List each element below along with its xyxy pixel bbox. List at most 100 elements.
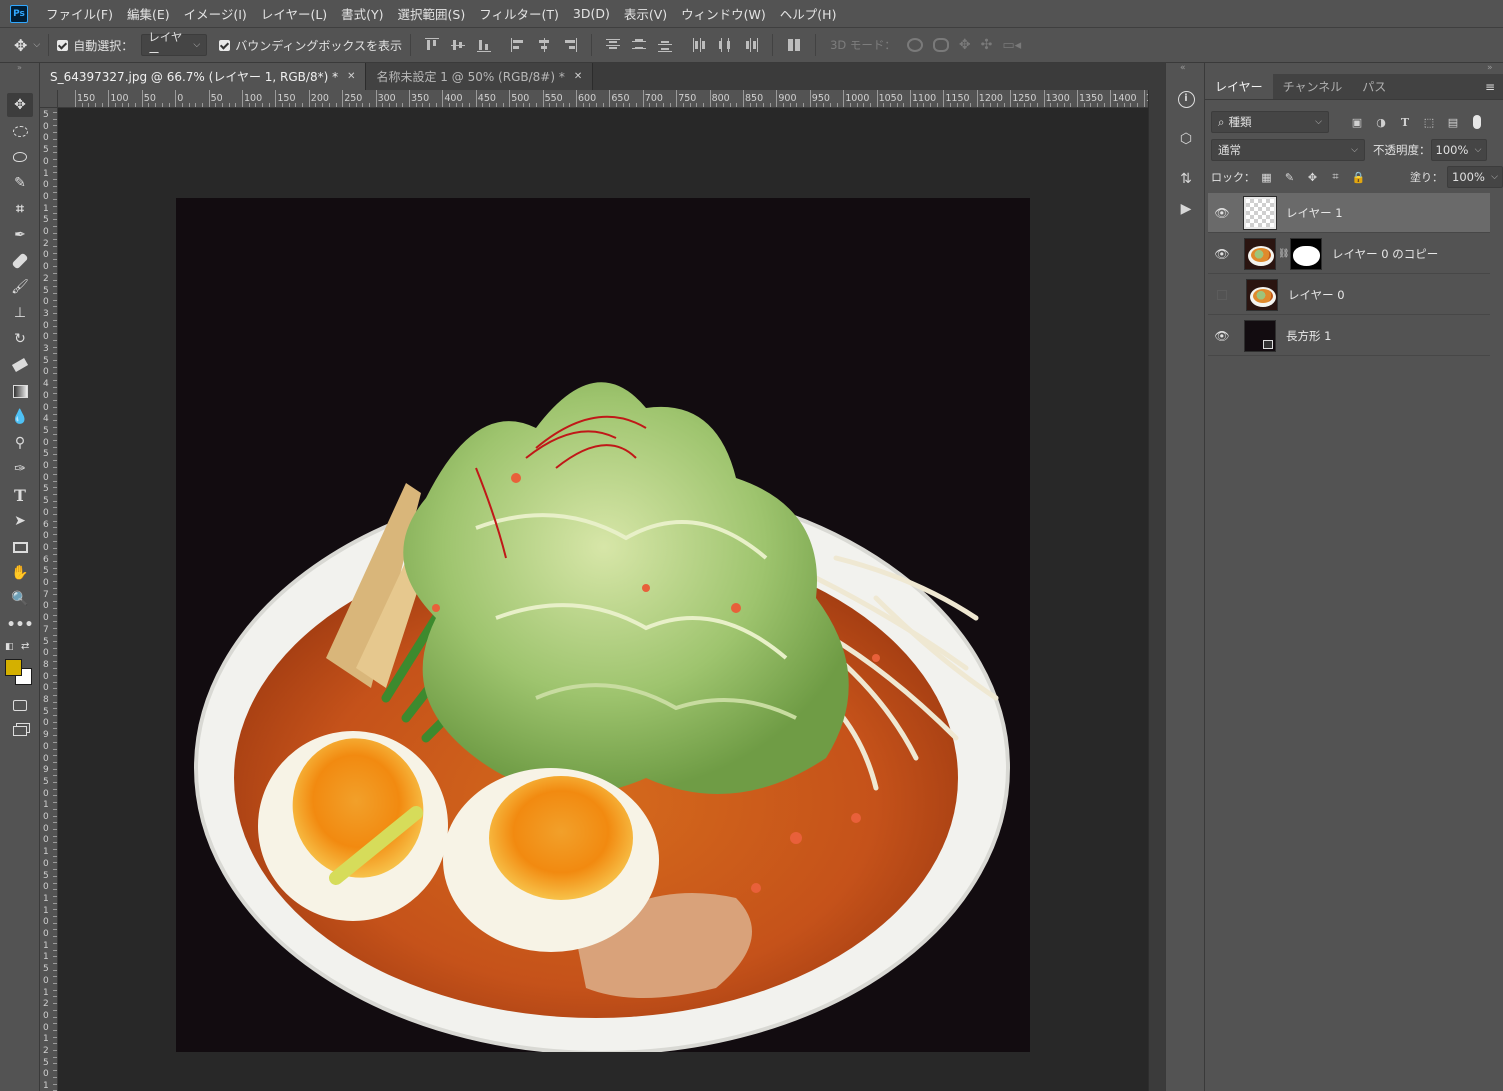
- info-panel-button[interactable]: i: [1174, 87, 1198, 111]
- history-brush-tool[interactable]: ↻: [7, 327, 33, 351]
- move-tool-preset-icon[interactable]: ✥: [14, 36, 27, 55]
- fill-input[interactable]: 100% ⌵: [1447, 166, 1503, 188]
- hand-tool[interactable]: ✋: [7, 561, 33, 585]
- 3d-camera-icon[interactable]: ▭◂: [1002, 38, 1021, 53]
- zoom-tool[interactable]: 🔍: [7, 587, 33, 611]
- menu-file[interactable]: ファイル(F): [46, 4, 113, 23]
- menu-layer[interactable]: レイヤー(L): [261, 4, 327, 23]
- eyedropper-tool[interactable]: ✒: [7, 223, 33, 247]
- lock-transparent-pixels-icon[interactable]: ▦: [1259, 170, 1274, 185]
- panel-collapse-icon[interactable]: «: [1180, 63, 1186, 73]
- shape-layer-filter-icon[interactable]: ⬚: [1422, 115, 1436, 129]
- menu-help[interactable]: ヘルプ(H): [780, 4, 837, 23]
- blend-mode-dropdown[interactable]: 通常 ⌵: [1211, 139, 1365, 161]
- path-select-tool[interactable]: ➤: [7, 509, 33, 533]
- type-layer-filter-icon[interactable]: T: [1398, 115, 1412, 129]
- rectangle-tool[interactable]: [7, 535, 33, 559]
- visibility-off-box[interactable]: [1217, 289, 1227, 300]
- vertical-ruler[interactable]: 5005010015020025030035040045050055060065…: [40, 108, 58, 1091]
- horizontal-ruler[interactable]: 150 100 50 0 50 100 150 200 250 300 350 400 450 500 55…: [58, 90, 1148, 108]
- blur-tool[interactable]: 💧: [7, 405, 33, 429]
- smart-object-filter-icon[interactable]: ▤: [1446, 115, 1460, 129]
- 3d-pan-icon[interactable]: ✥: [959, 37, 971, 53]
- lock-all-icon[interactable]: 🔒: [1351, 170, 1366, 185]
- distribute-bottom-icon[interactable]: [657, 37, 673, 53]
- close-icon[interactable]: ✕: [347, 71, 355, 82]
- actions-panel-button[interactable]: ▶: [1174, 197, 1198, 221]
- tab-paths[interactable]: パス: [1352, 74, 1396, 99]
- menu-image[interactable]: イメージ(I): [184, 4, 247, 23]
- move-tool[interactable]: ✥: [7, 93, 33, 117]
- align-bottom-icon[interactable]: [476, 37, 492, 53]
- auto-select-target-dropdown[interactable]: レイヤー ⌵: [141, 30, 208, 60]
- auto-select-checkbox[interactable]: [57, 39, 69, 51]
- panel-menu-icon[interactable]: ≡: [1485, 74, 1503, 99]
- foreground-color-swatch[interactable]: [5, 659, 22, 676]
- distribute-horizontal-center-icon[interactable]: [717, 37, 733, 53]
- auto-align-layers-icon[interactable]: [786, 37, 802, 53]
- elliptical-marquee-tool[interactable]: [7, 119, 33, 143]
- menu-type[interactable]: 書式(Y): [341, 4, 383, 23]
- lock-image-pixels-icon[interactable]: ✎: [1282, 170, 1297, 185]
- lock-artboard-icon[interactable]: ⌗: [1328, 170, 1343, 185]
- layer-name[interactable]: 長方形 1: [1286, 328, 1331, 344]
- bounding-box-checkbox[interactable]: [219, 39, 231, 51]
- pixel-layer-filter-icon[interactable]: ▣: [1350, 115, 1364, 129]
- document-tab-active[interactable]: S_64397327.jpg @ 66.7% (レイヤー 1, RGB/8*) …: [40, 63, 367, 90]
- history-panel-button[interactable]: ⇅: [1174, 167, 1198, 191]
- dodge-tool[interactable]: ⚲: [7, 431, 33, 455]
- menu-3d[interactable]: 3D(D): [573, 6, 610, 21]
- distribute-right-icon[interactable]: [743, 37, 759, 53]
- type-tool[interactable]: T: [7, 483, 33, 507]
- pen-tool[interactable]: ✑: [7, 457, 33, 481]
- 3d-orbit-icon[interactable]: [906, 38, 923, 52]
- layer-row[interactable]: 👁 ⛓ レイヤー 0 のコピー: [1208, 234, 1490, 274]
- menu-window[interactable]: ウィンドウ(W): [681, 4, 766, 23]
- swap-colors-icon[interactable]: ⇄: [21, 641, 29, 652]
- tab-channels[interactable]: チャンネル: [1273, 74, 1353, 99]
- quick-mask-button[interactable]: [7, 693, 33, 717]
- ruler-origin[interactable]: [40, 90, 58, 108]
- distribute-top-icon[interactable]: [605, 37, 621, 53]
- 3d-roll-icon[interactable]: [932, 38, 949, 52]
- close-icon[interactable]: ✕: [574, 71, 582, 82]
- menu-filter[interactable]: フィルター(T): [479, 4, 559, 23]
- default-colors-icon[interactable]: ◧: [5, 642, 14, 652]
- document-tab-inactive[interactable]: 名称未設定 1 @ 50% (RGB/8#) * ✕: [366, 63, 594, 90]
- align-horizontal-center-icon[interactable]: [536, 37, 552, 53]
- layer-name[interactable]: レイヤー 1: [1286, 205, 1343, 221]
- edit-toolbar[interactable]: •••: [7, 613, 34, 637]
- canvas-scrollbar[interactable]: [1148, 90, 1165, 1091]
- gradient-tool[interactable]: [7, 379, 33, 403]
- 3d-panel-button[interactable]: ⬡: [1174, 127, 1198, 151]
- menu-edit[interactable]: 編集(E): [127, 4, 170, 23]
- layer-row[interactable]: 👁 レイヤー 1: [1208, 193, 1490, 233]
- align-right-icon[interactable]: [562, 37, 578, 53]
- layer-name[interactable]: レイヤー 0 のコピー: [1332, 246, 1438, 262]
- quick-select-tool[interactable]: ✎: [7, 171, 33, 195]
- document-canvas[interactable]: [176, 198, 1030, 1052]
- align-vertical-center-icon[interactable]: [450, 37, 466, 53]
- layer-row[interactable]: 👁 長方形 1: [1208, 316, 1490, 356]
- panel-collapse-icon[interactable]: »: [1487, 63, 1493, 73]
- align-left-icon[interactable]: [510, 37, 526, 53]
- opacity-input[interactable]: 100% ⌵: [1430, 139, 1487, 161]
- tab-layers[interactable]: レイヤー: [1205, 74, 1273, 99]
- menu-select[interactable]: 選択範囲(S): [398, 4, 466, 23]
- lasso-tool[interactable]: [7, 145, 33, 169]
- layer-row[interactable]: レイヤー 0: [1208, 275, 1490, 315]
- 3d-slide-icon[interactable]: ✣: [981, 37, 993, 53]
- layer-mask-thumbnail[interactable]: [1290, 237, 1322, 270]
- visibility-eye-icon[interactable]: 👁: [1212, 247, 1232, 261]
- healing-brush-tool[interactable]: [7, 249, 33, 273]
- crop-tool[interactable]: ⌗: [7, 197, 33, 221]
- panel-collapse-icon[interactable]: »: [0, 63, 39, 73]
- eraser-tool[interactable]: [7, 353, 33, 377]
- screen-mode-button[interactable]: [7, 719, 33, 743]
- align-top-icon[interactable]: [424, 37, 440, 53]
- distribute-left-icon[interactable]: [691, 37, 707, 53]
- visibility-eye-icon[interactable]: 👁: [1212, 206, 1232, 220]
- lock-position-icon[interactable]: ✥: [1305, 170, 1320, 185]
- visibility-eye-icon[interactable]: 👁: [1212, 329, 1232, 343]
- layer-name[interactable]: レイヤー 0: [1288, 287, 1345, 303]
